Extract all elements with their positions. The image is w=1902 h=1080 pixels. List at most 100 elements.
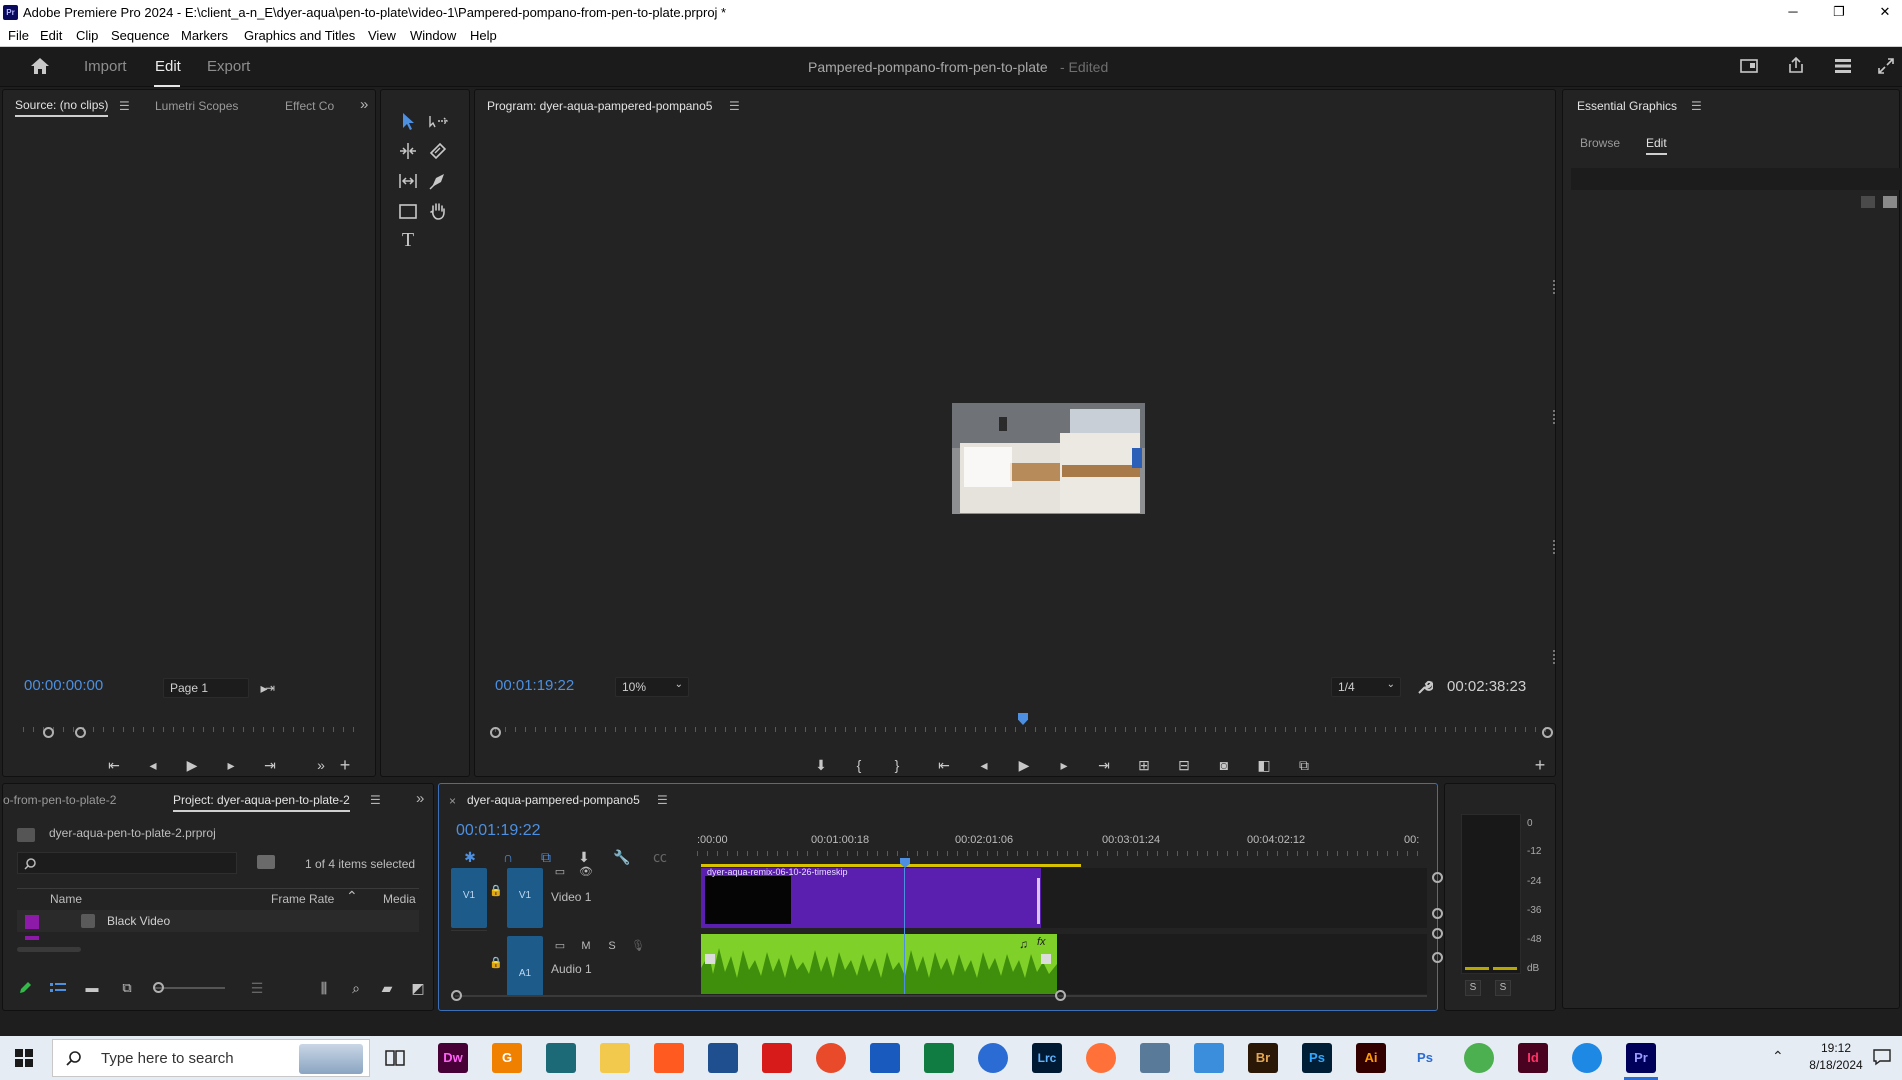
panel-overflow-icon[interactable]: »	[416, 790, 424, 807]
network-app-icon[interactable]	[1140, 1043, 1170, 1073]
comparison-view-icon[interactable]: ◧	[1253, 754, 1275, 776]
type-tool-icon[interactable]: T	[397, 229, 419, 253]
close-window-button[interactable]: ✕	[1862, 2, 1902, 22]
sync-lock-icon[interactable]: ▭	[551, 864, 569, 880]
essential-graphics-title[interactable]: Essential Graphics	[1577, 99, 1677, 113]
menu-window[interactable]: Window	[410, 28, 456, 43]
app-icon[interactable]	[708, 1043, 738, 1073]
sort-icons-icon[interactable]: ☰	[246, 977, 268, 999]
restore-button[interactable]: ❐	[1816, 2, 1862, 22]
source-timecode[interactable]: 00:00:00:00	[24, 677, 103, 694]
illustrator-app-icon[interactable]: Ai	[1356, 1043, 1386, 1073]
play-icon[interactable]: ▶	[181, 754, 203, 776]
audio-clip-left-handle[interactable]	[705, 954, 715, 964]
a1-target-toggle[interactable]: A1	[507, 936, 543, 996]
column-frame-rate[interactable]: Frame Rate	[271, 892, 334, 906]
solo-button[interactable]: S	[603, 938, 621, 954]
track-height-handle[interactable]	[1432, 872, 1443, 883]
menu-edit[interactable]: Edit	[40, 28, 62, 43]
bridge-app-icon[interactable]: Br	[1248, 1043, 1278, 1073]
folder-icon[interactable]	[1861, 196, 1875, 208]
lock-icon[interactable]: 🔒	[489, 956, 503, 969]
tab-effect-controls[interactable]: Effect Co	[285, 99, 334, 113]
zoom-slider-handle[interactable]	[153, 982, 164, 993]
mark-in-icon[interactable]: {	[848, 754, 870, 776]
lift-icon[interactable]: ⊞	[1133, 754, 1155, 776]
timer-app-icon[interactable]	[978, 1043, 1008, 1073]
add-button-icon[interactable]: +	[1529, 754, 1551, 776]
task-view-button[interactable]	[384, 1048, 406, 1068]
mark-out-icon[interactable]: }	[886, 754, 908, 776]
project-search-input[interactable]	[17, 852, 237, 874]
zoom-scroll-start[interactable]	[451, 990, 462, 1001]
source-in-handle[interactable]	[43, 727, 54, 738]
menu-sequence[interactable]: Sequence	[111, 28, 170, 43]
go-to-out-icon[interactable]: ⇥	[259, 754, 281, 776]
find-icon[interactable]: ⌕	[345, 977, 367, 999]
tab-edit[interactable]: Edit	[155, 58, 181, 75]
step-forward-icon[interactable]: ▸	[220, 754, 242, 776]
captions-icon[interactable]: ㏄	[649, 846, 671, 868]
brave-browser-icon[interactable]	[654, 1043, 684, 1073]
menu-view[interactable]: View	[368, 28, 396, 43]
play-icon[interactable]: ▶	[1013, 754, 1035, 776]
workspaces-menu-button[interactable]	[1833, 56, 1853, 76]
tab-project-prev[interactable]: o-from-pen-to-plate-2	[3, 793, 116, 807]
tab-export[interactable]: Export	[207, 58, 250, 75]
menu-clip[interactable]: Clip	[76, 28, 98, 43]
microphone-icon[interactable]: 🎙	[629, 938, 647, 954]
menu-help[interactable]: Help	[470, 28, 497, 43]
audio-clip-right-handle[interactable]	[1041, 954, 1051, 964]
new-bin-from-search-icon[interactable]	[257, 855, 275, 869]
fit-icon[interactable]: ⇥	[259, 677, 281, 699]
resolution-dropdown[interactable]: 1/4 ⌄	[1331, 677, 1401, 697]
panel-menu-icon[interactable]: ☰	[119, 99, 130, 113]
tab-source[interactable]: Source: (no clips)	[15, 98, 109, 117]
indesign-app-icon[interactable]: Id	[1518, 1043, 1548, 1073]
typora-app-icon[interactable]	[816, 1043, 846, 1073]
taskbar-search-box[interactable]: Type here to search	[52, 1039, 370, 1077]
proxy-toggle-icon[interactable]: ⧉	[1293, 754, 1315, 776]
rectangle-tool[interactable]	[397, 200, 419, 222]
photoshop-app-icon[interactable]: Ps	[1302, 1043, 1332, 1073]
program-in-handle[interactable]	[490, 727, 501, 738]
hand-tool[interactable]	[427, 200, 449, 222]
program-timecode[interactable]: 00:01:19:22	[495, 677, 574, 694]
new-item-icon[interactable]: ◩	[407, 977, 429, 999]
firefox-app-icon[interactable]	[1086, 1043, 1116, 1073]
new-bin-icon[interactable]: ▰	[376, 977, 398, 999]
minimize-button[interactable]: ─	[1770, 2, 1816, 22]
add-button-icon[interactable]: +	[334, 754, 356, 776]
razor-tool[interactable]	[427, 140, 449, 162]
pen-tool[interactable]	[427, 170, 449, 192]
add-marker-icon[interactable]: ⬇	[810, 754, 832, 776]
zoom-dropdown[interactable]: 10% ⌄	[615, 677, 689, 697]
tab-project[interactable]: Project: dyer-aqua-pen-to-plate-2	[173, 793, 350, 812]
notifications-button[interactable]	[1872, 1048, 1892, 1066]
page-dropdown[interactable]: Page 1	[163, 678, 249, 698]
chrome-app-icon[interactable]	[1464, 1043, 1494, 1073]
solo-right-button[interactable]: S	[1495, 980, 1511, 996]
video-clip[interactable]: dyer-aqua-remix-06-10-26-timeskip	[701, 867, 1041, 928]
extract-icon[interactable]: ⊟	[1173, 754, 1195, 776]
horizontal-scrollbar[interactable]	[17, 947, 81, 952]
show-hidden-icons-icon[interactable]: ⌃	[1772, 1048, 1784, 1065]
go-to-in-icon[interactable]: ⇤	[933, 754, 955, 776]
fullscreen-button[interactable]	[1876, 56, 1896, 76]
panel-menu-icon[interactable]: ☰	[370, 793, 381, 807]
selection-tool[interactable]	[397, 110, 419, 132]
tab-browse[interactable]: Browse	[1580, 136, 1620, 150]
go-to-out-icon[interactable]: ⇥	[1093, 754, 1115, 776]
nest-sequence-icon[interactable]: ✱	[459, 846, 481, 868]
premiere-app-icon[interactable]: Pr	[1626, 1043, 1656, 1073]
export-frame-icon[interactable]: ◙	[1213, 754, 1235, 776]
menu-graphics-and-titles[interactable]: Graphics and Titles	[244, 28, 355, 43]
panel-menu-icon[interactable]: ☰	[729, 99, 740, 113]
source-out-handle[interactable]	[75, 727, 86, 738]
zoom-scroll-track[interactable]	[455, 995, 1427, 997]
new-layer-icon[interactable]	[1883, 196, 1897, 208]
list-view-button[interactable]	[49, 981, 67, 995]
snap-magnet-icon[interactable]: ∩	[497, 846, 519, 868]
writable-toggle[interactable]	[17, 980, 33, 996]
slip-tool[interactable]	[397, 170, 419, 192]
